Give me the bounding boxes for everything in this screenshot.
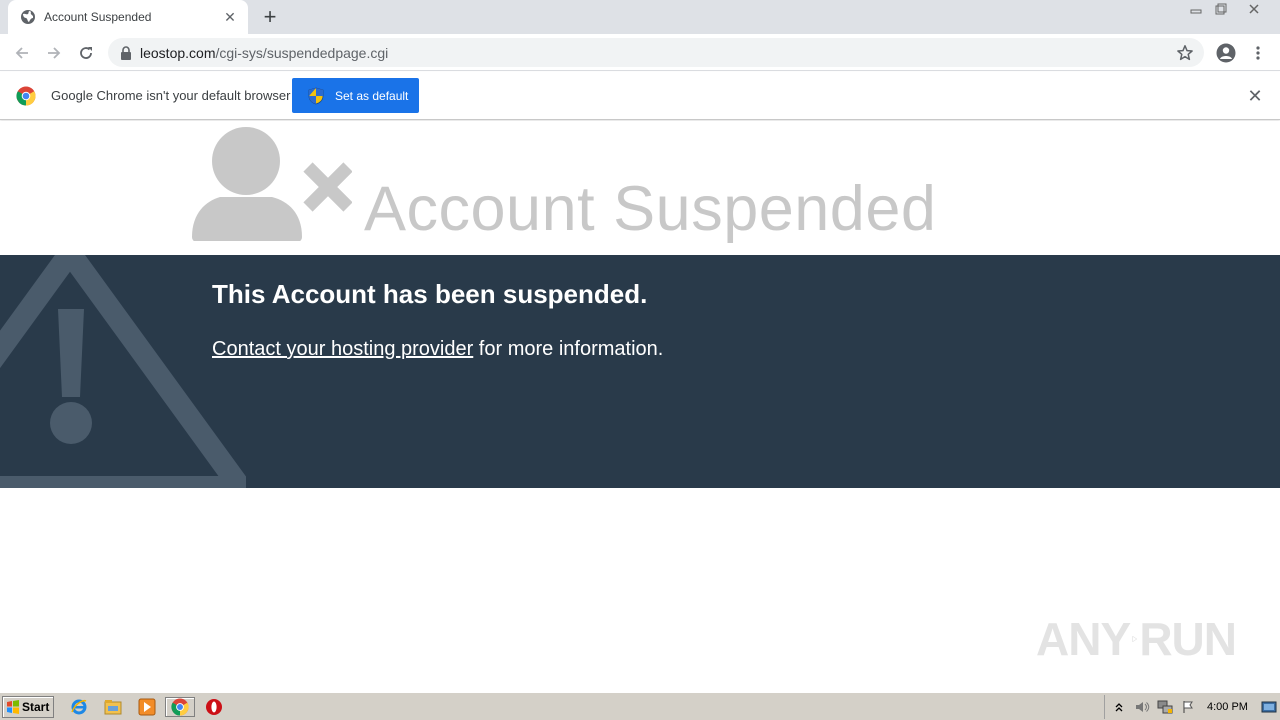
tray-volume[interactable] bbox=[1133, 699, 1151, 715]
tray-expand[interactable] bbox=[1110, 699, 1128, 715]
forward-arrow-icon bbox=[48, 47, 61, 59]
play-logo-icon bbox=[1132, 635, 1138, 643]
taskbar-media-player[interactable] bbox=[136, 697, 158, 717]
lock-icon bbox=[121, 45, 131, 60]
volume-icon bbox=[1136, 702, 1150, 712]
taskbar-explorer[interactable] bbox=[102, 697, 124, 717]
suspended-heading: This Account has been suspended. bbox=[212, 279, 648, 309]
chrome-logo-icon bbox=[16, 86, 36, 106]
globe-icon bbox=[21, 10, 35, 24]
set-as-default-label: Set as default bbox=[335, 88, 409, 103]
close-window-button[interactable] bbox=[1236, 0, 1272, 18]
watermark-left-text: ANY bbox=[1036, 613, 1131, 665]
minimize-button[interactable] bbox=[1183, 0, 1209, 18]
page-content: Account Suspended This Account has been … bbox=[0, 121, 1280, 692]
flag-icon bbox=[1183, 701, 1193, 713]
start-label: Start bbox=[22, 700, 50, 714]
profile-button[interactable] bbox=[1212, 39, 1240, 67]
contact-hosting-link[interactable]: Contact your hosting provider bbox=[212, 338, 473, 360]
default-browser-infobar: Google Chrome isn't your default browser… bbox=[0, 72, 1280, 120]
windows-taskbar: Start 4:00 PM bbox=[0, 692, 1280, 720]
opera-icon bbox=[206, 699, 222, 715]
explorer-icon bbox=[104, 700, 122, 715]
address-bar[interactable]: leostop.com/cgi-sys/suspendedpage.cgi bbox=[108, 38, 1204, 67]
browser-toolbar: leostop.com/cgi-sys/suspendedpage.cgi bbox=[0, 34, 1280, 71]
tab-close-icon[interactable]: ✕ bbox=[222, 9, 238, 25]
chrome-icon bbox=[171, 698, 189, 716]
system-tray: 4:00 PM bbox=[1104, 695, 1280, 719]
network-icon bbox=[1157, 700, 1173, 714]
menu-button[interactable] bbox=[1244, 39, 1272, 67]
tray-action-center[interactable] bbox=[1179, 699, 1197, 715]
infobar-message: Google Chrome isn't your default browser bbox=[51, 88, 291, 103]
anyrun-watermark: ANY RUN bbox=[1036, 607, 1237, 671]
chevron-up-icon bbox=[1115, 703, 1123, 712]
tray-clock: 4:00 PM bbox=[1207, 701, 1248, 713]
show-desktop-button[interactable] bbox=[1260, 699, 1278, 715]
tray-network[interactable] bbox=[1156, 699, 1174, 715]
reload-button[interactable] bbox=[72, 39, 100, 67]
forward-button[interactable] bbox=[40, 39, 68, 67]
infobar-close-icon[interactable]: ✕ bbox=[1246, 87, 1264, 105]
contact-paragraph: Contact your hosting provider for more i… bbox=[212, 338, 663, 361]
profile-avatar-icon bbox=[1216, 43, 1236, 63]
taskbar-chrome[interactable] bbox=[165, 697, 195, 717]
page-headline: Account Suspended bbox=[364, 174, 937, 244]
url-path: /cgi-sys/suspendedpage.cgi bbox=[215, 44, 389, 61]
show-desktop-icon bbox=[1261, 701, 1277, 713]
uac-shield-icon bbox=[308, 87, 324, 104]
watermark-right-text: RUN bbox=[1139, 613, 1237, 665]
taskbar-ie[interactable] bbox=[68, 697, 90, 717]
suspension-notice-band: This Account has been suspended. Contact… bbox=[0, 255, 1280, 488]
kebab-menu-icon bbox=[1256, 46, 1260, 60]
bookmark-star-icon[interactable] bbox=[1176, 44, 1194, 62]
tab-strip: Account Suspended ✕ + bbox=[0, 0, 1280, 34]
tab-account-suspended[interactable]: Account Suspended ✕ bbox=[8, 0, 248, 34]
minimize-icon bbox=[1190, 9, 1202, 14]
url-host: leostop.com bbox=[140, 44, 216, 61]
reload-icon bbox=[80, 47, 92, 59]
restore-button[interactable] bbox=[1208, 0, 1234, 18]
ie-icon bbox=[71, 699, 87, 715]
close-window-icon bbox=[1249, 4, 1259, 14]
windows-flag-icon bbox=[7, 700, 19, 714]
back-button[interactable] bbox=[8, 39, 36, 67]
restore-icon bbox=[1215, 3, 1227, 15]
tab-title: Account Suspended bbox=[44, 10, 152, 24]
user-suspended-icon bbox=[192, 127, 352, 241]
set-as-default-button[interactable]: Set as default bbox=[292, 78, 419, 113]
media-player-icon bbox=[138, 698, 156, 716]
contact-rest-text: for more information. bbox=[473, 338, 664, 360]
back-arrow-icon bbox=[15, 47, 28, 59]
warning-triangle-icon bbox=[0, 255, 246, 488]
start-button[interactable]: Start bbox=[2, 696, 54, 718]
new-tab-button[interactable]: + bbox=[258, 6, 282, 30]
taskbar-opera[interactable] bbox=[203, 697, 225, 717]
